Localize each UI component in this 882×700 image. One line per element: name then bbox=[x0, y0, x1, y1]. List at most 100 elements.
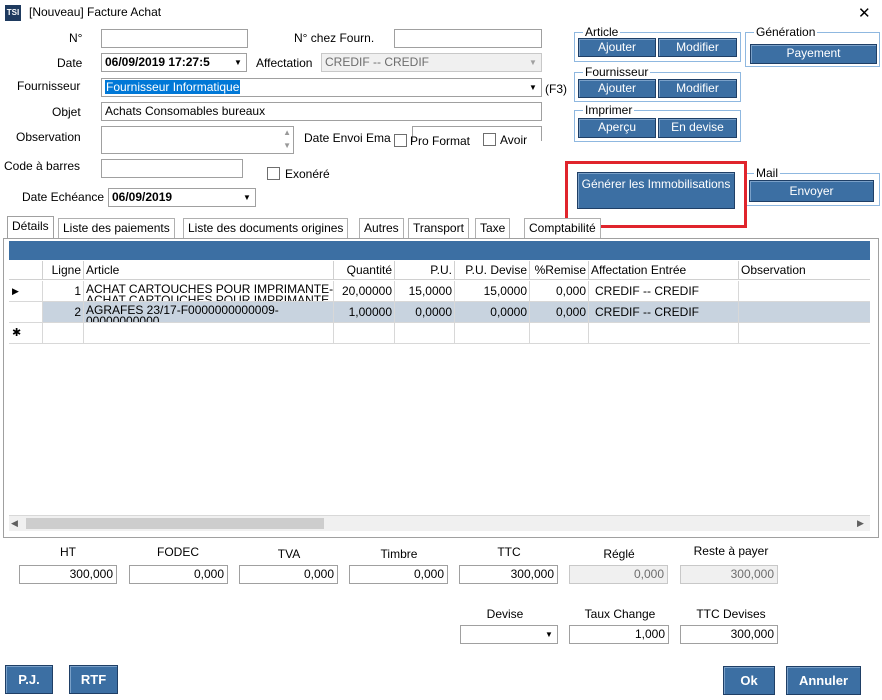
scroll-left-icon[interactable]: ◀ bbox=[11, 518, 18, 529]
timbre-field: 0,000 bbox=[349, 565, 448, 584]
mail-group-title: Mail bbox=[754, 166, 781, 180]
envoyer-button[interactable]: Envoyer bbox=[749, 180, 874, 202]
fournisseur-ajouter-button[interactable]: Ajouter bbox=[578, 79, 656, 98]
timbre-label: Timbre bbox=[380, 547, 418, 561]
code-barres-input[interactable] bbox=[101, 159, 243, 178]
taux-field[interactable]: 1,000 bbox=[569, 625, 669, 644]
pro-format-checkbox[interactable] bbox=[394, 134, 407, 147]
table-row[interactable]: 2 AGRAFES 23/17-F0000000000009- 000000000… bbox=[9, 302, 870, 323]
row-indicator: ▶ bbox=[9, 281, 43, 302]
generer-immobilisations-button[interactable]: Générer les Immobilisations bbox=[577, 172, 735, 209]
chevron-down-icon[interactable]: ▼ bbox=[240, 190, 254, 205]
no-fourn-input[interactable] bbox=[394, 29, 542, 48]
col-article[interactable]: Article bbox=[84, 261, 334, 280]
affectation-select[interactable]: CREDIF -- CREDIF ▼ bbox=[321, 53, 542, 72]
ok-button[interactable]: Ok bbox=[723, 666, 775, 695]
date-echeance-value: 06/09/2019 bbox=[112, 190, 173, 204]
ht-label: HT bbox=[60, 545, 76, 559]
scroll-thumb[interactable] bbox=[26, 518, 324, 529]
tab-documents-origines[interactable]: Liste des documents origines bbox=[183, 218, 349, 238]
reste-label: Reste à payer bbox=[693, 544, 769, 558]
observation-input[interactable]: ▲ ▼ bbox=[101, 126, 294, 154]
tab-taxe[interactable]: Taxe bbox=[475, 218, 511, 238]
imprimer-group-title: Imprimer bbox=[583, 103, 635, 117]
affectation-value: CREDIF -- CREDIF bbox=[325, 55, 429, 69]
tab-transport[interactable]: Transport bbox=[408, 218, 469, 238]
tab-comptabilite[interactable]: Comptabilité bbox=[524, 218, 601, 238]
en-devise-button[interactable]: En devise bbox=[658, 118, 737, 138]
date-envoi-label: Date Envoi Ema bbox=[304, 131, 391, 145]
date-input[interactable]: 06/09/2019 17:27:5 ▼ bbox=[101, 53, 247, 72]
objet-input[interactable]: Achats Consomables bureaux bbox=[101, 102, 542, 121]
col-remise[interactable]: %Remise bbox=[530, 261, 589, 280]
ttc-label: TTC bbox=[497, 545, 521, 559]
payement-button[interactable]: Payement bbox=[750, 44, 877, 64]
scroll-down-icon[interactable]: ▼ bbox=[283, 141, 291, 150]
title-bar: TSI [Nouveau] Facture Achat ✕ bbox=[0, 0, 882, 26]
cell-pu: 0,0000 bbox=[395, 302, 455, 323]
article-modifier-button[interactable]: Modifier bbox=[658, 38, 737, 57]
scroll-right-icon[interactable]: ▶ bbox=[857, 518, 864, 529]
chevron-down-icon[interactable]: ▼ bbox=[526, 55, 540, 70]
new-row-marker: ✱ bbox=[9, 323, 43, 344]
no-input[interactable] bbox=[101, 29, 248, 48]
chevron-down-icon[interactable]: ▼ bbox=[231, 55, 245, 70]
annuler-button[interactable]: Annuler bbox=[786, 666, 861, 695]
col-affectation[interactable]: Affectation Entrée bbox=[589, 261, 739, 280]
cell-empty bbox=[43, 323, 84, 344]
ttc-field: 300,000 bbox=[459, 565, 558, 584]
col-observation[interactable]: Observation bbox=[739, 261, 870, 280]
rtf-button[interactable]: RTF bbox=[69, 665, 118, 694]
tab-paiements[interactable]: Liste des paiements bbox=[58, 218, 175, 238]
cell-empty bbox=[334, 323, 395, 344]
generer-immobilisations-label: Générer les Immobilisations bbox=[581, 177, 731, 191]
article-group-title: Article bbox=[583, 25, 621, 39]
cell-observation bbox=[739, 281, 870, 302]
col-ligne[interactable]: Ligne bbox=[43, 261, 84, 280]
cell-quantite: 1,00000 bbox=[334, 302, 395, 323]
grid-header: Ligne Article Quantité P.U. P.U. Devise … bbox=[9, 261, 870, 280]
cell-article-line2: 00000000000 bbox=[86, 314, 160, 323]
col-pu[interactable]: P.U. bbox=[395, 261, 455, 280]
chevron-down-icon[interactable]: ▼ bbox=[542, 627, 556, 642]
pj-button[interactable]: P.J. bbox=[5, 665, 53, 694]
col-selector bbox=[9, 261, 43, 280]
horizontal-scrollbar[interactable]: ◀ ▶ bbox=[9, 515, 870, 531]
date-label: Date bbox=[57, 56, 83, 70]
date-echeance-label: Date Echéance bbox=[22, 190, 105, 204]
fournisseur-hint: (F3) bbox=[545, 82, 567, 96]
fournisseur-label: Fournisseur bbox=[17, 79, 81, 93]
row-indicator bbox=[9, 302, 43, 323]
table-row[interactable]: ▶ 1 ACHAT CARTOUCHES POUR IMPRIMANTE- ACH… bbox=[9, 281, 870, 302]
generation-group-title: Génération bbox=[754, 25, 818, 39]
fournisseur-select[interactable]: Fournisseur Informatique ▼ bbox=[101, 78, 542, 97]
devise-label: Devise bbox=[486, 607, 524, 621]
exonere-checkbox[interactable] bbox=[267, 167, 280, 180]
cell-observation bbox=[739, 302, 870, 323]
chevron-down-icon[interactable]: ▼ bbox=[526, 80, 540, 95]
avoir-checkbox[interactable] bbox=[483, 133, 496, 146]
apercu-button[interactable]: Aperçu bbox=[578, 118, 656, 138]
cell-remise: 0,000 bbox=[530, 281, 589, 302]
close-icon[interactable]: ✕ bbox=[858, 4, 871, 22]
date-echeance-input[interactable]: 06/09/2019 ▼ bbox=[108, 188, 256, 207]
col-pu-devise[interactable]: P.U. Devise bbox=[455, 261, 530, 280]
new-row[interactable]: ✱ bbox=[9, 323, 870, 344]
ht-field: 300,000 bbox=[19, 565, 117, 584]
cell-remise: 0,000 bbox=[530, 302, 589, 323]
affectation-label: Affectation bbox=[256, 56, 313, 70]
fodec-label: FODEC bbox=[157, 545, 199, 559]
objet-label: Objet bbox=[52, 105, 81, 119]
cell-article-line2: ACHAT CARTOUCHES POUR IMPRIMANTE bbox=[86, 293, 330, 302]
tab-details[interactable]: Détails bbox=[7, 216, 54, 239]
fournisseur-modifier-button[interactable]: Modifier bbox=[658, 79, 737, 98]
reste-field: 300,000 bbox=[680, 565, 778, 584]
devise-select[interactable]: ▼ bbox=[460, 625, 558, 644]
tab-autres[interactable]: Autres bbox=[359, 218, 404, 238]
scroll-up-icon[interactable]: ▲ bbox=[283, 128, 291, 137]
cell-pu: 15,0000 bbox=[395, 281, 455, 302]
ttc-devises-field: 300,000 bbox=[680, 625, 778, 644]
article-ajouter-button[interactable]: Ajouter bbox=[578, 38, 656, 57]
cell-article: AGRAFES 23/17-F0000000000009- 00000000000 bbox=[84, 302, 334, 323]
col-quantite[interactable]: Quantité bbox=[334, 261, 395, 280]
